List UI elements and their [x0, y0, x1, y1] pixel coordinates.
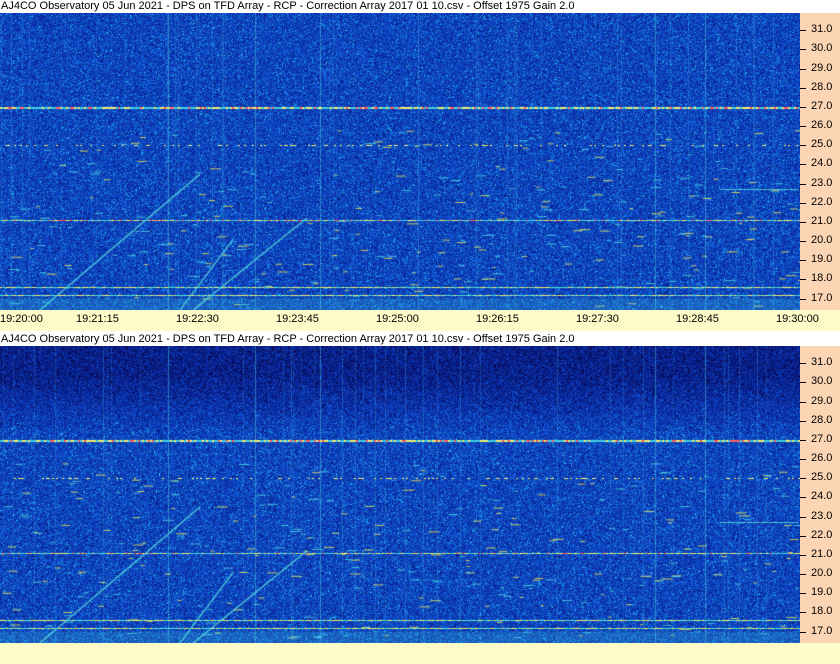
- frequency-tick-label: 27.0: [811, 99, 833, 112]
- time-tick-label: 19:28:45: [676, 313, 719, 325]
- frequency-tick: [800, 241, 806, 243]
- frequency-tick-label: 23.0: [811, 176, 833, 189]
- spectrogram-1: [0, 13, 800, 310]
- time-tick-label: 19:20:00: [0, 313, 43, 325]
- frequency-tick: [800, 298, 806, 300]
- frequency-tick-label: 29.0: [811, 61, 833, 74]
- frequency-tick: [800, 439, 806, 441]
- frequency-tick-label: 28.0: [811, 413, 833, 426]
- frequency-tick: [800, 382, 806, 384]
- frequency-tick: [800, 478, 806, 480]
- frequency-tick: [800, 420, 806, 422]
- spectrogram-2: [0, 346, 800, 643]
- frequency-tick-label: 27.0: [811, 432, 833, 445]
- frequency-tick: [800, 87, 806, 89]
- frequency-tick: [800, 459, 806, 461]
- frequency-tick: [800, 145, 806, 147]
- frequency-tick: [800, 164, 806, 166]
- frequency-tick: [800, 554, 806, 556]
- time-tick-label: 19:30:00: [776, 313, 819, 325]
- frequency-tick: [800, 30, 806, 32]
- frequency-tick: [800, 363, 806, 365]
- panel-1-title: AJ4CO Observatory 05 Jun 2021 - DPS on T…: [0, 0, 801, 12]
- frequency-tick: [800, 221, 806, 223]
- frequency-tick-label: 31.0: [811, 23, 833, 36]
- frequency-tick: [800, 535, 806, 537]
- frequency-tick-label: 22.0: [811, 528, 833, 541]
- frequency-tick-label: 19.0: [811, 586, 833, 599]
- frequency-tick-label: 17.0: [811, 624, 833, 637]
- panel-2-title: AJ4CO Observatory 05 Jun 2021 - DPS on T…: [0, 333, 801, 345]
- frequency-tick-label: 26.0: [811, 452, 833, 465]
- time-axis-2: [0, 643, 840, 664]
- frequency-tick-label: 26.0: [811, 119, 833, 132]
- frequency-tick: [800, 279, 806, 281]
- frequency-tick-label: 28.0: [811, 80, 833, 93]
- frequency-tick-label: 24.0: [811, 490, 833, 503]
- frequency-tick-label: 25.0: [811, 471, 833, 484]
- frequency-tick-label: 18.0: [811, 272, 833, 285]
- frequency-tick: [800, 260, 806, 262]
- frequency-tick-label: 29.0: [811, 394, 833, 407]
- time-tick-label: 19:21:15: [76, 313, 119, 325]
- frequency-tick-label: 24.0: [811, 157, 833, 170]
- frequency-tick: [800, 401, 806, 403]
- frequency-tick-label: 18.0: [811, 605, 833, 618]
- frequency-tick-label: 31.0: [811, 356, 833, 369]
- frequency-tick: [800, 106, 806, 108]
- frequency-tick-label: 30.0: [811, 42, 833, 55]
- frequency-tick-label: 22.0: [811, 195, 833, 208]
- time-axis-1: 19:20:00 19:21:15 19:22:30 19:23:45 19:25:00…: [0, 310, 840, 331]
- frequency-tick: [800, 574, 806, 576]
- frequency-tick-label: 20.0: [811, 567, 833, 580]
- frequency-tick: [800, 631, 806, 633]
- frequency-tick: [800, 68, 806, 70]
- frequency-tick: [800, 497, 806, 499]
- frequency-axis-1: 17.0 18.0 19.0 20.0 21.0 22.0 23.0 24.0 25.0 26.0…: [800, 13, 840, 310]
- frequency-tick: [800, 49, 806, 51]
- time-tick-label: 19:23:45: [276, 313, 319, 325]
- frequency-tick: [800, 516, 806, 518]
- frequency-tick: [800, 593, 806, 595]
- time-tick-label: 19:25:00: [376, 313, 419, 325]
- frequency-tick-label: 21.0: [811, 214, 833, 227]
- frequency-tick-label: 25.0: [811, 138, 833, 151]
- frequency-tick-label: 30.0: [811, 375, 833, 388]
- frequency-tick-label: 21.0: [811, 547, 833, 560]
- frequency-tick: [800, 202, 806, 204]
- frequency-tick-label: 23.0: [811, 509, 833, 522]
- frequency-tick-label: 19.0: [811, 253, 833, 266]
- time-tick-label: 19:22:30: [176, 313, 219, 325]
- frequency-tick: [800, 126, 806, 128]
- frequency-tick: [800, 612, 806, 614]
- time-tick-label: 19:27:30: [576, 313, 619, 325]
- frequency-tick-label: 17.0: [811, 291, 833, 304]
- frequency-axis-2: 17.0 18.0 19.0 20.0 21.0 22.0 23.0 24.0 25.0 26.0…: [800, 346, 840, 643]
- frequency-tick-label: 20.0: [811, 234, 833, 247]
- time-tick-label: 19:26:15: [476, 313, 519, 325]
- frequency-tick: [800, 183, 806, 185]
